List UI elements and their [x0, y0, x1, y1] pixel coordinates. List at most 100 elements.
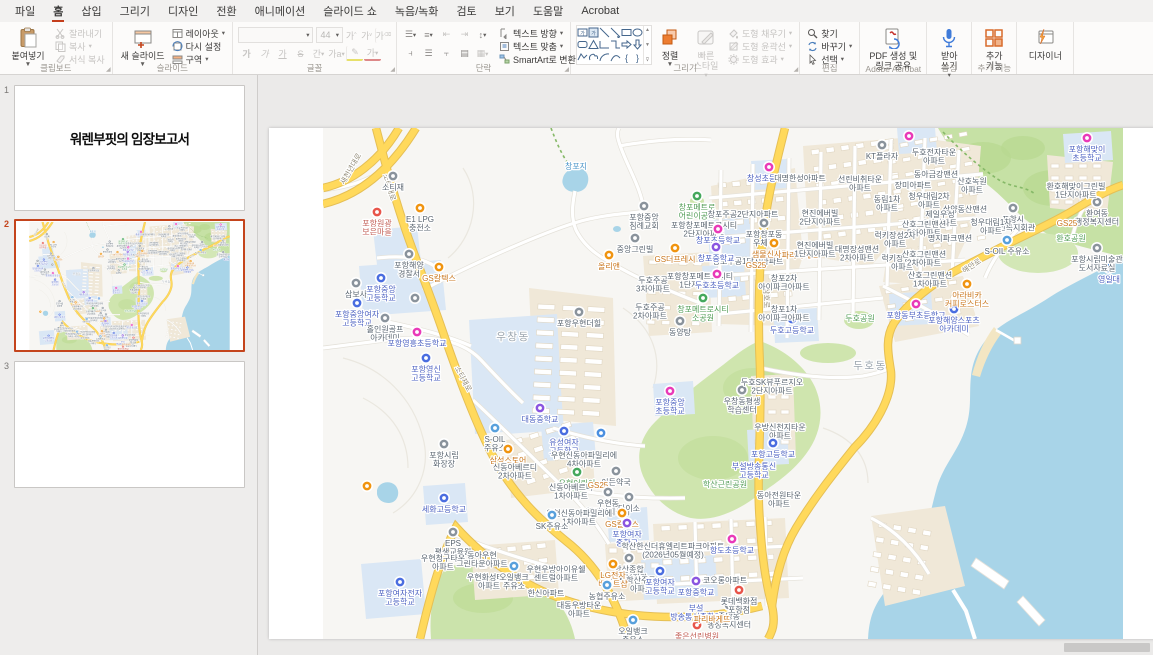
shape-rrect-icon[interactable]	[577, 39, 588, 52]
map-image[interactable]	[323, 128, 1123, 639]
menu-tab-슬라이드 쇼[interactable]: 슬라이드 쇼	[314, 0, 386, 22]
menu-tab-홈[interactable]: 홈	[44, 0, 72, 22]
shrink-font-button[interactable]: 가v	[359, 28, 373, 43]
pdf-icon	[882, 27, 904, 49]
menu-tab-그리기[interactable]: 그리기	[111, 0, 159, 22]
slide-number-3: 3	[4, 361, 9, 371]
change-case-button[interactable]: 가a▾	[328, 46, 345, 61]
arrange-icon	[659, 27, 681, 49]
menu-tab-도움말[interactable]: 도움말	[524, 0, 572, 22]
align-center-button[interactable]: ☰	[420, 46, 437, 61]
menu-tab-애니메이션[interactable]: 애니메이션	[246, 0, 315, 22]
quick-styles-button[interactable]: 빠른 스타일▾	[688, 25, 724, 61]
shapes-gallery-scrollbar[interactable]: ▲▼⊽	[643, 26, 651, 64]
align-left-button[interactable]: ⫞	[402, 46, 419, 61]
shape-l2-icon[interactable]	[610, 26, 621, 39]
line-spacing-button[interactable]: ↕▾	[474, 27, 491, 42]
layout-button[interactable]: 레이아웃▾	[170, 27, 227, 39]
group-voice: 받아 쓰기▾ 음성	[927, 22, 972, 74]
microphone-icon	[938, 27, 960, 49]
clipboard-dialog-launcher-icon[interactable]: ◢	[106, 66, 111, 73]
bullets-button[interactable]: ☰▾	[402, 27, 419, 42]
new-slide-icon	[132, 27, 154, 49]
pdf-create-share-button[interactable]: PDF 생성 및 링크 공유	[865, 25, 921, 61]
svg-text:가: 가	[591, 30, 596, 37]
quick-styles-icon	[695, 27, 717, 49]
replace-button[interactable]: 바꾸기▾	[805, 40, 854, 52]
menu-tab-녹음/녹화[interactable]: 녹음/녹화	[386, 0, 448, 22]
bold-button[interactable]: 가	[238, 46, 255, 61]
group-label-font: 글꼴	[233, 62, 396, 74]
numbering-button[interactable]: ≡▾	[420, 27, 437, 42]
decrease-indent-button[interactable]: ⇤	[438, 27, 455, 42]
font-dialog-launcher-icon[interactable]: ◢	[390, 66, 395, 73]
group-designer: 디자이너	[1017, 22, 1074, 74]
reset-button[interactable]: 다시 설정	[170, 40, 227, 52]
drawing-dialog-launcher-icon[interactable]: ◢	[794, 66, 799, 73]
shape-arr-icon[interactable]	[621, 39, 632, 52]
underline-button[interactable]: 가	[274, 46, 291, 61]
shape-tb-icon[interactable]: 가	[577, 26, 588, 39]
paste-button[interactable]: 붙여넣기 ▼	[5, 25, 51, 61]
horizontal-scrollbar-thumb[interactable]	[1064, 643, 1150, 652]
group-label-acrobat: Adobe Acrobat	[860, 64, 926, 74]
slide1-title-text: 워렌부핏의 임장보고서	[15, 128, 244, 148]
slide-number-2: 2	[4, 219, 9, 229]
shape-rect-icon[interactable]	[621, 26, 632, 39]
shape-tri-icon[interactable]	[588, 39, 599, 52]
shape-fill-button[interactable]: 도형 채우기▾	[726, 27, 794, 39]
shape-outline-button[interactable]: 도형 윤곽선▾	[726, 40, 794, 52]
shape-ard-icon[interactable]	[632, 39, 643, 52]
shape-el1-icon[interactable]	[599, 39, 610, 52]
menu-tab-삽입[interactable]: 삽입	[72, 0, 110, 22]
new-slide-button[interactable]: 새 슬라이드 ▼	[118, 25, 168, 61]
find-button[interactable]: 찾기	[805, 27, 854, 39]
highlight-color-button[interactable]: ✎	[346, 46, 363, 61]
shape-el2-icon[interactable]	[610, 39, 621, 52]
slide-thumbnail-2[interactable]: 2	[14, 219, 245, 352]
ribbon: 붙여넣기 ▼ 잘라내기 복사▾ 서식 복사 클립보드 ◢	[0, 22, 1153, 75]
font-color-button[interactable]: 가▾	[364, 46, 381, 61]
group-label-drawing: 그리기	[571, 62, 799, 74]
group-paragraph: ☰▾ ≡▾ ⇤ ⇥ ↕▾ ⫞ ☰ ⫟ ▤ ▦▾ 텍스트 방향▾ 텍스트 맞춤▾	[397, 22, 571, 74]
group-label-voice: 음성	[927, 62, 971, 74]
font-size-select[interactable]: 44▾	[316, 27, 343, 43]
group-label-editing: 편집	[800, 62, 859, 74]
font-name-select[interactable]: ▾	[238, 27, 313, 43]
increase-indent-button[interactable]: ⇥	[456, 27, 473, 42]
character-spacing-button[interactable]: 간▾	[310, 46, 327, 61]
menu-tab-보기[interactable]: 보기	[486, 0, 524, 22]
group-editing: 찾기 바꾸기▾ 선택▾ 편집	[800, 22, 860, 74]
align-right-button[interactable]: ⫟	[438, 46, 455, 61]
menu-tab-디자인[interactable]: 디자인	[159, 0, 207, 22]
menu-tab-검토[interactable]: 검토	[447, 0, 485, 22]
arrange-button[interactable]: 정렬▼	[654, 25, 686, 61]
slide-thumbnail-1[interactable]: 1 워렌부핏의 임장보고서	[14, 85, 245, 211]
dictate-button[interactable]: 받아 쓰기▾	[932, 25, 966, 61]
slide-canvas[interactable]	[269, 128, 1153, 639]
group-label-paragraph: 단락	[397, 62, 570, 74]
shape-tb2-icon[interactable]: 가	[588, 26, 599, 39]
shape-l1-icon[interactable]	[599, 26, 610, 39]
cut-button[interactable]: 잘라내기	[53, 27, 107, 39]
paste-icon	[17, 27, 39, 49]
menu-tab-전환[interactable]: 전환	[207, 0, 245, 22]
group-font: ▾ 44▾ 가^ 가v 가⌫ 가 가 가 S 간▾ 가a▾ ✎ 가▾ 글꼴 ◢	[233, 22, 397, 74]
shapes-gallery[interactable]: 가가{} ▲▼⊽	[576, 25, 652, 65]
shape-ell-icon[interactable]	[632, 26, 643, 39]
menu-tab-파일[interactable]: 파일	[6, 0, 44, 22]
slide-thumbnail-3[interactable]: 3	[14, 361, 245, 488]
grow-font-button[interactable]: 가^	[344, 28, 358, 43]
italic-button[interactable]: 가	[256, 46, 273, 61]
designer-button[interactable]: 디자이너	[1022, 25, 1068, 61]
columns-button[interactable]: ▦▾	[474, 46, 491, 61]
addins-button[interactable]: 추가 기능	[977, 25, 1011, 61]
justify-button[interactable]: ▤	[456, 46, 473, 61]
group-drawing: 가가{} ▲▼⊽ 정렬▼ 빠른 스타일▾ 도형 채우기▾ 도형 윤	[571, 22, 800, 74]
strikethrough-button[interactable]: S	[292, 46, 309, 61]
menu-tab-Acrobat[interactable]: Acrobat	[572, 0, 628, 22]
group-label-slides: 슬라이드	[113, 62, 232, 74]
copy-button[interactable]: 복사▾	[53, 40, 107, 52]
clear-formatting-button[interactable]: 가⌫	[375, 28, 391, 43]
paragraph-dialog-launcher-icon[interactable]: ◢	[564, 66, 569, 73]
